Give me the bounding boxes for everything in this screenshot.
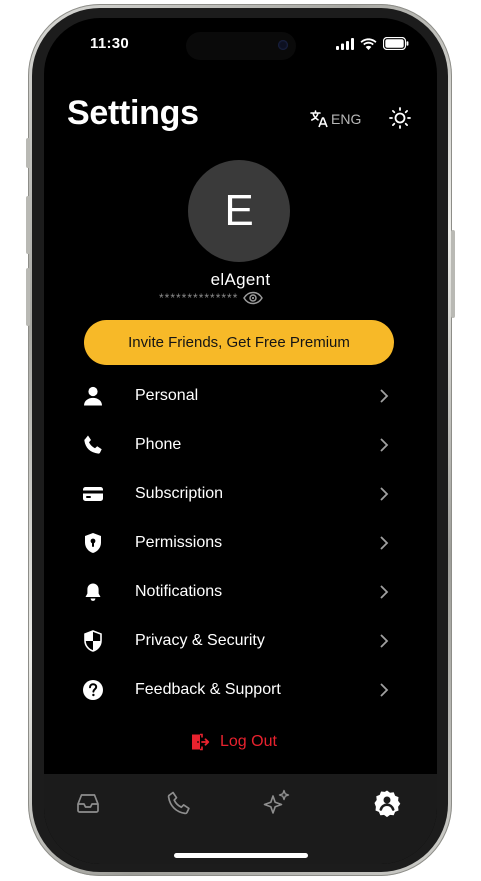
masked-credential: ************** bbox=[159, 291, 264, 305]
volume-down-button bbox=[26, 268, 30, 326]
bell-icon bbox=[82, 581, 104, 603]
chevron-right-icon bbox=[380, 487, 389, 501]
menu-item-label: Notifications bbox=[135, 583, 223, 600]
logout-button[interactable]: Log Out bbox=[190, 732, 277, 752]
tab-bar bbox=[44, 774, 437, 864]
menu-item-phone[interactable]: Phone bbox=[44, 425, 437, 465]
front-camera bbox=[278, 40, 288, 50]
chevron-right-icon bbox=[380, 683, 389, 697]
menu-item-privacy-security[interactable]: Privacy & Security bbox=[44, 621, 437, 661]
translate-icon bbox=[310, 110, 328, 128]
app-screen: 11:30 Settings ENG E elAgent ***********… bbox=[44, 18, 437, 864]
tab-settings[interactable] bbox=[372, 788, 402, 818]
home-indicator[interactable] bbox=[174, 853, 308, 858]
chevron-right-icon bbox=[380, 634, 389, 648]
masked-secret: ************** bbox=[159, 291, 239, 305]
sparkle-icon bbox=[263, 789, 290, 814]
power-button bbox=[451, 230, 455, 318]
chevron-right-icon bbox=[380, 389, 389, 403]
menu-item-subscription[interactable]: Subscription bbox=[44, 474, 437, 514]
tab-calls[interactable] bbox=[164, 788, 194, 818]
username: elAgent bbox=[210, 270, 271, 289]
menu-item-label: Feedback & Support bbox=[135, 681, 281, 698]
chevron-right-icon bbox=[380, 438, 389, 452]
language-label: ENG bbox=[331, 111, 362, 127]
battery-icon bbox=[383, 37, 409, 50]
question-icon bbox=[82, 679, 104, 701]
menu-item-personal[interactable]: Personal bbox=[44, 376, 437, 416]
shield-lock-icon bbox=[82, 532, 104, 554]
logout-label: Log Out bbox=[220, 733, 277, 750]
status-time: 11:30 bbox=[90, 35, 130, 52]
logout-icon bbox=[192, 733, 210, 751]
chevron-right-icon bbox=[380, 585, 389, 599]
inbox-icon bbox=[77, 794, 99, 813]
tab-ai[interactable] bbox=[262, 788, 292, 818]
action-button bbox=[26, 138, 30, 168]
signal-icon bbox=[336, 37, 354, 50]
menu-item-label: Privacy & Security bbox=[135, 632, 265, 649]
tab-inbox[interactable] bbox=[73, 788, 103, 818]
person-icon bbox=[82, 385, 104, 407]
invite-friends-button[interactable]: Invite Friends, Get Free Premium bbox=[84, 320, 394, 365]
credit-card-icon bbox=[82, 483, 104, 505]
eye-icon[interactable] bbox=[243, 291, 264, 305]
menu-item-label: Subscription bbox=[135, 485, 224, 502]
phone-icon bbox=[82, 434, 104, 456]
avatar-initial: E bbox=[224, 186, 254, 235]
menu-item-permissions[interactable]: Permissions bbox=[44, 523, 437, 563]
avatar[interactable]: E bbox=[188, 160, 290, 262]
menu-item-notifications[interactable]: Notifications bbox=[44, 572, 437, 612]
chevron-right-icon bbox=[380, 536, 389, 550]
page-title: Settings bbox=[67, 94, 199, 132]
wifi-icon bbox=[360, 37, 377, 50]
status-icons bbox=[336, 37, 409, 50]
phone-icon bbox=[167, 791, 190, 815]
volume-up-button bbox=[26, 196, 30, 254]
menu-item-label: Personal bbox=[135, 387, 199, 404]
menu-item-label: Permissions bbox=[135, 534, 223, 551]
menu-item-feedback-support[interactable]: Feedback & Support bbox=[44, 670, 437, 710]
language-button[interactable]: ENG bbox=[309, 109, 361, 129]
sun-icon bbox=[389, 107, 411, 129]
menu-item-label: Phone bbox=[135, 436, 182, 453]
theme-toggle-button[interactable] bbox=[389, 107, 411, 129]
shield-half-icon bbox=[82, 630, 104, 652]
settings-user-icon bbox=[374, 790, 401, 817]
